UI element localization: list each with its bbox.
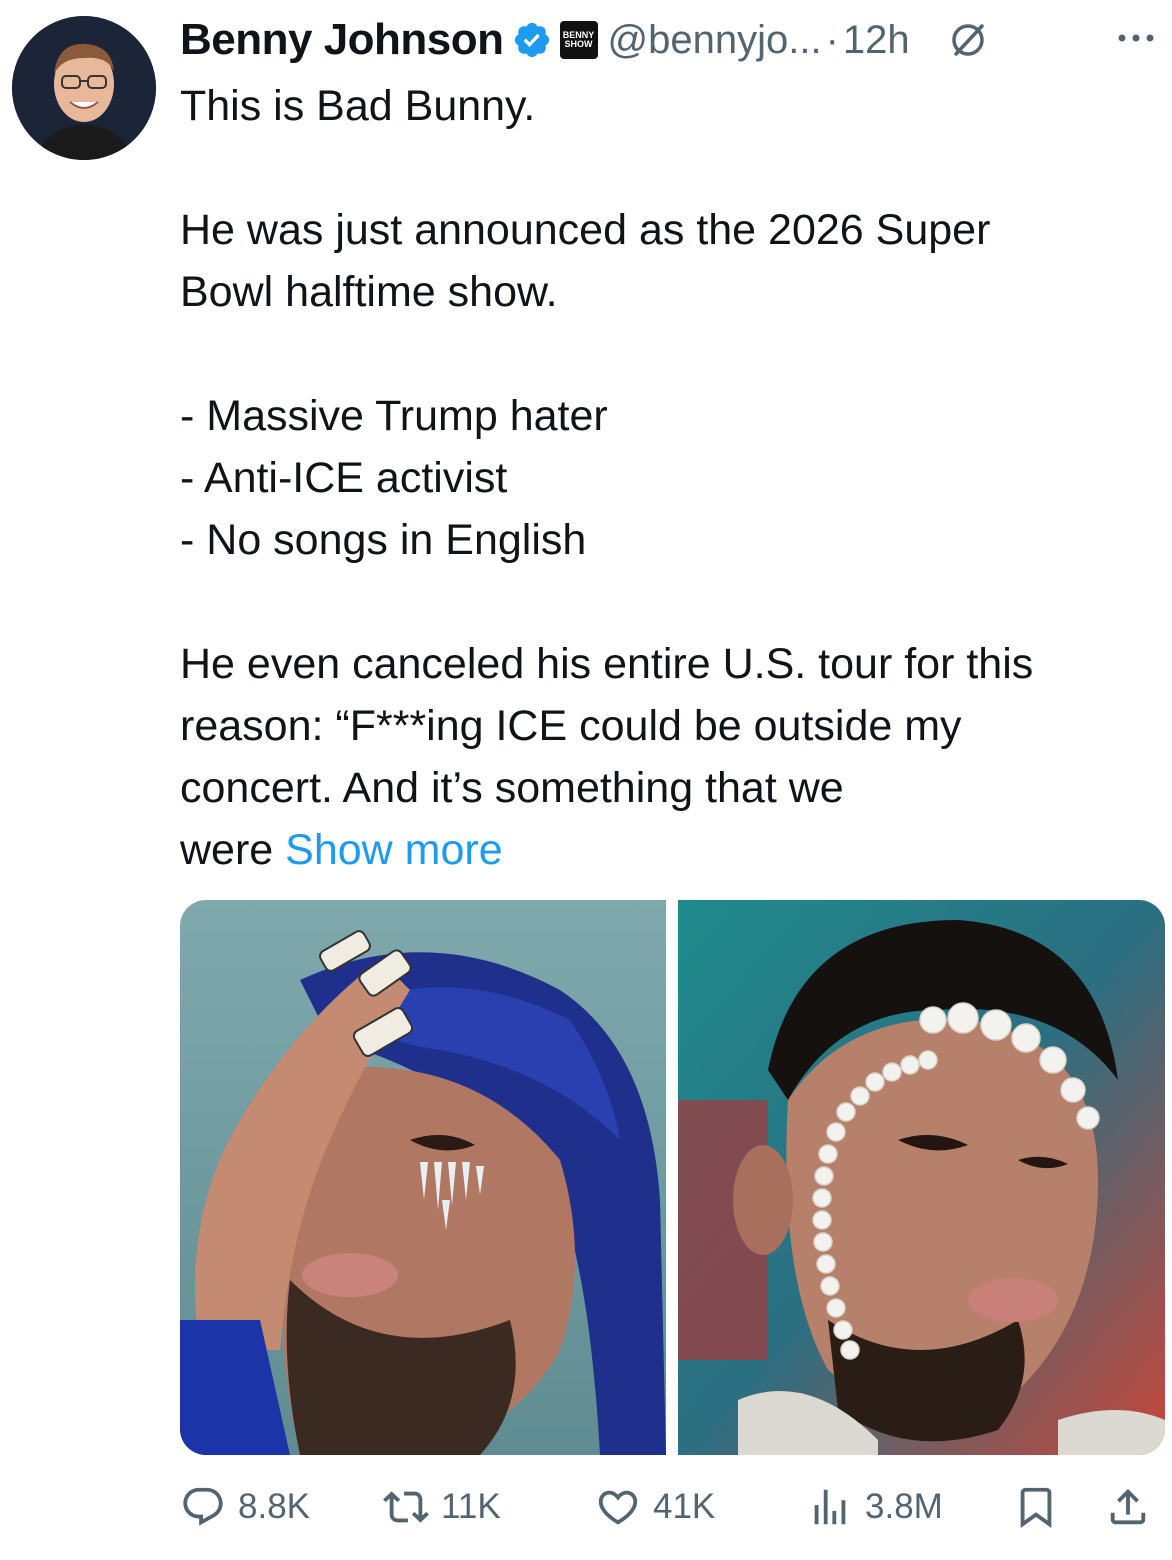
views-count: 3.8M — [865, 1487, 943, 1526]
reply-icon — [183, 1487, 223, 1526]
tweet-actions: 8.8K 11K 41K 3.8M — [175, 1475, 1160, 1539]
more-icon[interactable] — [1110, 20, 1162, 56]
tweet-line-last: were Show more — [180, 819, 1155, 881]
like-button[interactable]: 41K — [595, 1475, 715, 1539]
tweet-header: Benny Johnson BENNY SHOW @bennyjo... · 1… — [180, 8, 988, 72]
views-button[interactable]: 3.8M — [807, 1475, 943, 1539]
tweet-line: This is Bad Bunny. — [180, 82, 536, 130]
tweet-line: concert. And it’s something that we — [180, 764, 844, 812]
author-avatar[interactable] — [12, 16, 156, 160]
affiliate-badge[interactable]: BENNY SHOW — [559, 21, 598, 59]
avatar-image — [12, 16, 156, 160]
tweet-text: This is Bad Bunny. He was just announced… — [180, 75, 1155, 881]
media-photo-right[interactable] — [678, 900, 1165, 1455]
reply-button[interactable]: 8.8K — [180, 1475, 310, 1539]
author-name[interactable]: Benny Johnson — [180, 15, 504, 65]
affiliate-badge-line2: SHOW — [564, 39, 593, 49]
photo-right-image — [678, 900, 1165, 1455]
tweet-line: Bowl halftime show. — [180, 268, 558, 316]
tweet-bullet: - No songs in English — [180, 516, 587, 564]
tweet-line-text: were — [180, 826, 274, 874]
grok-icon[interactable] — [948, 20, 988, 60]
bookmark-button[interactable] — [1013, 1475, 1059, 1539]
views-icon — [814, 1489, 846, 1525]
photo-left-image — [180, 900, 666, 1455]
tweet-timestamp[interactable]: 12h — [843, 18, 910, 63]
tweet-line: He was just announced as the 2026 Super — [180, 206, 991, 254]
tweet-bullet: - Massive Trump hater — [180, 392, 608, 440]
repost-icon — [383, 1491, 429, 1523]
like-count: 41K — [653, 1487, 716, 1526]
bookmark-icon — [1020, 1487, 1052, 1528]
share-icon — [1110, 1488, 1146, 1525]
share-button[interactable] — [1105, 1475, 1151, 1539]
tweet-bullet: - Anti-ICE activist — [180, 454, 508, 502]
author-handle[interactable]: @bennyjo... — [608, 18, 822, 63]
time-separator: · — [825, 17, 839, 62]
verified-badge-icon — [514, 22, 549, 58]
repost-count: 11K — [441, 1487, 501, 1526]
repost-button[interactable]: 11K — [383, 1475, 501, 1539]
reply-count: 8.8K — [238, 1487, 310, 1526]
tweet-media — [180, 900, 1165, 1455]
tweet-line: reason: “F***ing ICE could be outside my — [180, 702, 962, 750]
like-icon — [598, 1490, 638, 1525]
media-photo-left[interactable] — [180, 900, 666, 1455]
tweet-line: He even canceled his entire U.S. tour fo… — [180, 640, 1034, 688]
show-more-link[interactable]: Show more — [285, 826, 502, 874]
